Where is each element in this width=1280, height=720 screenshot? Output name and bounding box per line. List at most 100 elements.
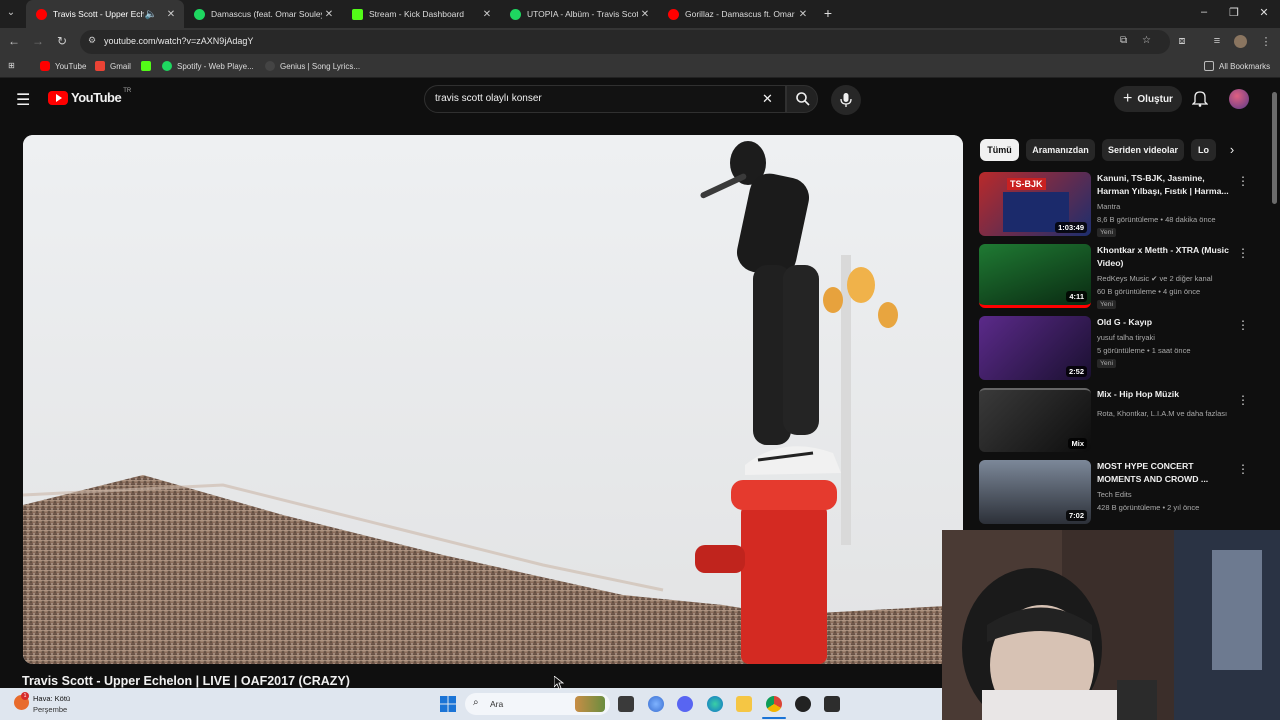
weather-title[interactable]: Hava: Kötü (33, 694, 70, 703)
video-meta: 428 B görüntüleme • 2 yıl önce (1097, 503, 1200, 512)
all-bookmarks[interactable]: All Bookmarks (1204, 61, 1270, 71)
search-query[interactable]: travis scott olaylı konser (435, 93, 542, 104)
speaker-icon[interactable]: 🔈 (144, 9, 158, 20)
bookmark-youtube[interactable]: YouTube (40, 61, 86, 71)
tab-close-icon[interactable]: ✕ (322, 9, 336, 20)
new-tab-button[interactable]: + (820, 5, 836, 21)
create-label: Oluştur (1137, 93, 1173, 105)
tab-close-icon[interactable]: ✕ (480, 9, 494, 20)
tab-close-icon[interactable]: ✕ (638, 9, 652, 20)
search-icon: ⌕ (473, 697, 479, 708)
more-options-icon[interactable]: ⋮ (1237, 174, 1249, 188)
tab-close-icon[interactable]: ✕ (164, 9, 178, 20)
youtube-favicon-icon (668, 8, 679, 20)
channel-name[interactable]: Mantra (1097, 202, 1120, 211)
more-options-icon[interactable]: ⋮ (1237, 462, 1249, 476)
bookmark-star-icon[interactable]: ☆ (1142, 35, 1151, 46)
recommendation-item[interactable]: 2:52 Old G - Kayıp yusuf talha tiryaki 5… (979, 316, 1269, 384)
tab-3[interactable]: UTOPIA - Albüm - Travis Scott | ✕ (500, 0, 658, 28)
voice-search-button[interactable] (831, 85, 861, 115)
forward-icon[interactable]: → (30, 34, 46, 48)
channel-name[interactable]: RedKeys Music ✔ ve 2 diğer kanal (1097, 274, 1213, 283)
clear-search-icon[interactable]: ✕ (762, 91, 773, 107)
bookmark-genius[interactable]: Genius | Song Lyrics... (265, 61, 360, 71)
install-app-icon[interactable]: ⧉ (1120, 35, 1127, 46)
recommendation-title[interactable]: Kanuni, TS-BJK, Jasmine, Harman Yılbaşı,… (1097, 172, 1235, 198)
discord-icon[interactable] (677, 696, 693, 712)
bookmark-kick[interactable] (141, 61, 156, 71)
tab-0[interactable]: Travis Scott - Upper Echelon 🔈 ✕ (26, 0, 184, 28)
chip-partial[interactable]: Lo (1191, 139, 1216, 161)
recommendation-title[interactable]: MOST HYPE CONCERT MOMENTS AND CROWD ... (1097, 460, 1235, 486)
tab-4[interactable]: Gorillaz - Damascus ft. Omar So ✕ (658, 0, 816, 28)
windows-start-icon[interactable] (440, 696, 456, 717)
more-options-icon[interactable]: ⋮ (1237, 318, 1249, 332)
more-options-icon[interactable]: ⋮ (1237, 393, 1249, 407)
recommendation-item[interactable]: TS-BJK 1:03:49 Kanuni, TS-BJK, Jasmine, … (979, 172, 1269, 240)
back-icon[interactable]: ← (6, 34, 22, 48)
tab-search-icon[interactable]: ⌄ (4, 7, 18, 18)
recommendation-item[interactable]: Mix Mix - Hip Hop Müzik Rota, Khontkar, … (979, 388, 1269, 456)
task-view-icon[interactable] (618, 696, 634, 712)
bookmark-gmail[interactable]: Gmail (95, 61, 131, 71)
edge-icon[interactable] (707, 696, 723, 712)
channel-name[interactable]: Rota, Khontkar, L.I.A.M ve daha fazlası (1097, 409, 1227, 418)
profile-avatar[interactable] (1234, 35, 1247, 48)
video-player[interactable] (23, 135, 963, 664)
address-bar[interactable]: ⚙ youtube.com/watch?v=zAXN9jAdagY ⧉ ☆ (80, 30, 1170, 54)
webcam-feed (942, 530, 1280, 720)
app-icon[interactable] (795, 696, 811, 712)
mix-thumbnail[interactable]: Mix (979, 388, 1091, 452)
reading-list-icon[interactable]: ≡ (1210, 35, 1224, 47)
recommendation-title[interactable]: Old G - Kayıp (1097, 316, 1235, 329)
recommendation-title[interactable]: Khontkar x Metth - XTRA (Music Video) (1097, 244, 1235, 270)
chip-series[interactable]: Seriden videolar (1102, 139, 1184, 161)
page-scrollbar[interactable] (1272, 92, 1277, 204)
chrome-menu-icon[interactable]: ⋮ (1259, 35, 1273, 48)
extensions-icon[interactable]: ⧈ (1175, 35, 1189, 48)
file-explorer-icon[interactable] (736, 696, 752, 712)
copilot-icon[interactable] (648, 696, 664, 712)
notifications-bell-icon[interactable] (1191, 89, 1209, 112)
reload-icon[interactable]: ↻ (54, 34, 70, 48)
close-window-icon[interactable]: ✕ (1256, 6, 1272, 19)
app-icon[interactable] (824, 696, 840, 712)
more-options-icon[interactable]: ⋮ (1237, 246, 1249, 260)
tab-1[interactable]: Damascus (feat. Omar Souleyman) ✕ (184, 0, 342, 28)
chip-all[interactable]: Tümü (980, 139, 1019, 161)
video-thumbnail[interactable]: TS-BJK 1:03:49 (979, 172, 1091, 236)
create-button[interactable]: + Oluştur (1114, 86, 1182, 112)
bookmark-spotify[interactable]: Spotify - Web Playe... (162, 61, 254, 71)
video-thumbnail[interactable]: 2:52 (979, 316, 1091, 380)
search-input[interactable]: travis scott olaylı konser ✕ (424, 85, 786, 113)
site-info-icon[interactable]: ⚙ (88, 35, 96, 46)
hamburger-menu-icon[interactable]: ☰ (16, 90, 30, 110)
taskbar-search-box[interactable]: ⌕ Ara (465, 693, 610, 715)
logo-text: YouTube (71, 90, 122, 105)
tab-title: Travis Scott - Upper Echelon (53, 9, 144, 19)
chrome-icon[interactable] (766, 696, 782, 712)
video-title: Travis Scott - Upper Echelon | LIVE | OA… (22, 674, 350, 688)
tab-2[interactable]: Stream - Kick Dashboard ✕ (342, 0, 500, 28)
channel-name[interactable]: yusuf talha tiryaki (1097, 333, 1155, 342)
browser-toolbar: ← → ↻ ⚙ youtube.com/watch?v=zAXN9jAdagY … (0, 28, 1280, 56)
recommendation-item[interactable]: 4:11 Khontkar x Metth - XTRA (Music Vide… (979, 244, 1269, 312)
genius-icon (265, 61, 275, 71)
video-thumbnail[interactable]: 7:02 (979, 460, 1091, 524)
recommendation-title[interactable]: Mix - Hip Hop Müzik (1097, 388, 1235, 401)
weather-day: Perşembe (33, 705, 68, 714)
apps-grid-icon[interactable]: ⊞ (8, 61, 15, 70)
tab-close-icon[interactable]: ✕ (796, 9, 810, 20)
search-button[interactable] (786, 85, 818, 113)
youtube-logo[interactable]: YouTube TR (48, 88, 131, 105)
chevron-right-icon[interactable]: › (1222, 141, 1242, 161)
chip-from-search[interactable]: Aramanızdan (1026, 139, 1095, 161)
video-thumbnail[interactable]: 4:11 (979, 244, 1091, 308)
channel-name[interactable]: Tech Edits (1097, 490, 1132, 499)
restore-icon[interactable]: ❐ (1226, 6, 1242, 19)
minimize-icon[interactable]: – (1196, 6, 1212, 18)
new-badge: Yeni (1097, 359, 1116, 368)
url-text[interactable]: youtube.com/watch?v=zAXN9jAdagY (104, 36, 253, 46)
channel-avatar[interactable] (1229, 89, 1249, 109)
recommendation-item[interactable]: 7:02 MOST HYPE CONCERT MOMENTS AND CROWD… (979, 460, 1269, 528)
